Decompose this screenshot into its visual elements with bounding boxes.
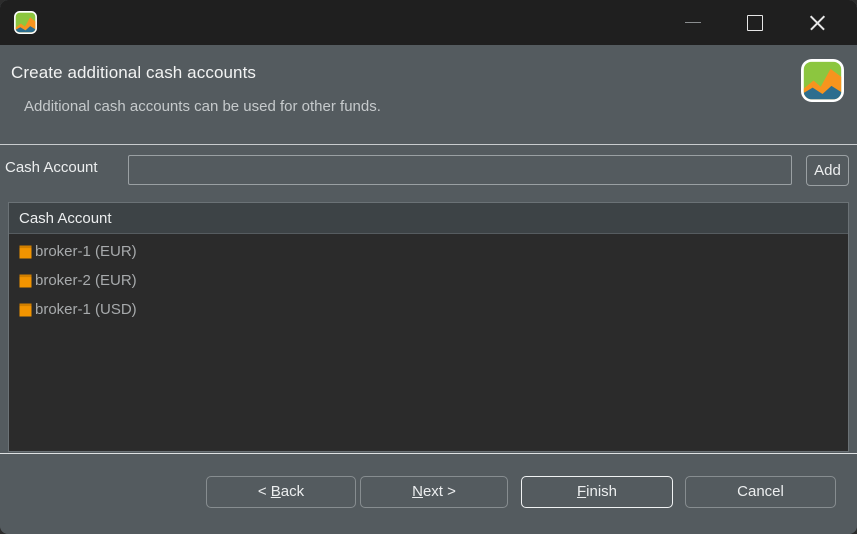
table-row[interactable]: broker-2 (EUR): [9, 266, 848, 295]
finish-button-rest: inish: [586, 483, 618, 500]
table-row[interactable]: broker-1 (USD): [9, 295, 848, 324]
dialog-button-bar: < Back Next > Finish Cancel: [0, 453, 857, 534]
add-button[interactable]: Add: [806, 155, 849, 186]
table-cell-cash-account: broker-1 (EUR): [35, 243, 137, 260]
maximize-button[interactable]: [732, 0, 778, 45]
next-button[interactable]: Next >: [360, 476, 508, 508]
header-logo: [801, 59, 844, 102]
table-cell-cash-account: broker-1 (USD): [35, 301, 137, 318]
minimize-button[interactable]: [670, 0, 716, 45]
wizard-dialog: Create additional cash accounts Addition…: [0, 0, 857, 534]
app-icon: [13, 10, 38, 35]
minimize-icon: [685, 21, 701, 24]
page-title: Create additional cash accounts: [11, 63, 257, 82]
maximize-icon: [747, 14, 763, 31]
account-icon: [19, 274, 32, 288]
back-button-mnemonic: B: [270, 483, 281, 500]
next-button-mnemonic: N: [412, 483, 423, 500]
cash-account-input-row: Cash Account Add: [0, 146, 857, 196]
table-header: Cash Account: [9, 203, 848, 234]
close-button[interactable]: [794, 0, 840, 45]
finish-button[interactable]: Finish: [521, 476, 673, 508]
cash-account-input[interactable]: [128, 155, 792, 185]
title-bar: [0, 0, 857, 45]
back-button-rest: ack: [280, 483, 305, 500]
table-cell-cash-account: broker-2 (EUR): [35, 272, 137, 289]
cancel-button[interactable]: Cancel: [685, 476, 836, 508]
account-icon: [19, 303, 32, 317]
close-icon: [808, 13, 827, 32]
next-button-rest: ext >: [422, 483, 456, 500]
portfolio-performance-logo-icon: [801, 59, 844, 102]
back-button-prefix: <: [257, 483, 271, 500]
table-body: broker-1 (EUR) broker-2 (EUR) broker-1 (…: [9, 234, 848, 324]
wizard-header: Create additional cash accounts Addition…: [0, 45, 857, 145]
account-icon: [19, 245, 32, 259]
back-button[interactable]: < Back: [206, 476, 356, 508]
cash-accounts-table[interactable]: Cash Account broker-1 (EUR) broker-2 (EU…: [8, 202, 849, 452]
finish-button-mnemonic: F: [576, 483, 587, 500]
cash-account-label: Cash Account: [5, 159, 98, 176]
column-header-cash-account[interactable]: Cash Account: [9, 210, 112, 227]
table-row[interactable]: broker-1 (EUR): [9, 237, 848, 266]
portfolio-performance-logo-icon: [14, 11, 37, 34]
page-description: Additional cash accounts can be used for…: [24, 98, 381, 115]
